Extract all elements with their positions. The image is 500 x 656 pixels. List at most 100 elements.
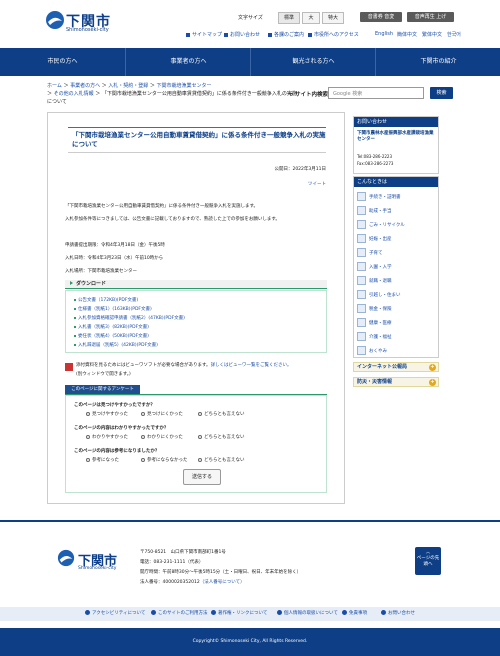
download-link[interactable]: 入札書（別紙3）(82KB)(PDF文書) (74, 324, 149, 330)
survey-option[interactable]: わかりやすかった (86, 434, 128, 440)
pdf-reader-icon[interactable] (65, 363, 73, 371)
arrow-icon (211, 610, 216, 615)
breadcrumb-other-bids[interactable]: その他の入札情報 (54, 91, 94, 97)
bid-date-text: 入札日時：令和4年3月23日（水）午前10時から (65, 256, 164, 261)
survey-option[interactable]: どちらとも言えない (198, 411, 245, 417)
life-event-link[interactable]: おくやみ (357, 345, 435, 358)
arrow-icon (277, 610, 282, 615)
survey-submit-button[interactable]: 送信する (183, 469, 221, 485)
corp-number-link[interactable]: （法人番号について） (200, 580, 245, 585)
life-event-link[interactable]: 妊娠・出産 (357, 233, 435, 246)
body-paragraph: 「下関市栽培漁業センター公用自動車賃貸借契約」に係る条件付き一般競争入札を実施し… (65, 204, 259, 209)
radio-icon (141, 434, 145, 439)
survey-option[interactable]: どちらとも言えない (198, 434, 245, 440)
mail-icon (224, 32, 228, 37)
breadcrumb-bidding[interactable]: 入札・契約・登録 (108, 83, 148, 89)
footer-link-usage[interactable]: このサイトのご利用方法 (151, 610, 208, 616)
download-link[interactable]: 委任状（別紙4）(50KB)(PDF文書) (74, 333, 149, 339)
survey-option[interactable]: 参考になった (86, 457, 119, 463)
lang-korean[interactable]: 한국어 (447, 31, 461, 38)
arrow-icon (151, 610, 156, 615)
download-link[interactable]: 仕様書（別紙1）(163KB)(PDF文書) (74, 306, 152, 312)
nav-businesses[interactable]: 事業者の方へ (125, 48, 251, 76)
download-link[interactable]: 公告文書（172KB)(PDF文書) (74, 297, 138, 303)
contact-fax: Fax:083-286-2273 (357, 161, 394, 166)
radio-icon (141, 457, 145, 462)
school-icon (357, 262, 366, 271)
breadcrumb-home[interactable]: ホーム (47, 83, 62, 89)
site-search-label: ⌕ サイト内検索 (290, 92, 329, 98)
util-link-departments[interactable]: 各課のご案内 (268, 31, 304, 38)
life-event-link[interactable]: 介護・福祉 (357, 331, 435, 344)
survey-option[interactable]: わかりにくかった (141, 434, 183, 440)
survey-option[interactable]: 参考にならなかった (141, 457, 188, 463)
footer-links: アクセシビリティについて このサイトのご利用方法 著作権・リンクについて 個人情… (0, 607, 500, 621)
tweet-link[interactable]: ツイート (308, 181, 326, 187)
plus-icon: + (429, 379, 436, 386)
disaster-info-link[interactable]: 防災・災害情報 + (353, 377, 439, 387)
survey-option[interactable]: 見つけやすかった (86, 411, 128, 417)
viewer-list-link[interactable]: 詳しくはビューワ一覧をご覧ください。 (211, 363, 292, 368)
site-search-button[interactable]: 検索 (430, 87, 453, 99)
lang-english[interactable]: English (375, 31, 393, 37)
breadcrumb-separator: ＞ (95, 91, 101, 97)
footer-tel: 電話：083-231-1111（代表） (140, 560, 204, 565)
life-event-link[interactable]: 健康・医療 (357, 317, 435, 330)
util-link-access[interactable]: 市役所へのアクセス (308, 31, 359, 38)
survey-option[interactable]: 見つけにくかった (141, 411, 183, 417)
life-event-link[interactable]: 子育て (357, 247, 435, 260)
viewer-note: 添付資料を見るためにはビューワソフトが必要な場合があります。詳しくはビューワ一覧… (76, 363, 292, 368)
contact-heading: お問い合わせ (354, 117, 438, 127)
main-content: 「下関市栽培漁業センター公用自動車賃貸借契約」に係る条件付き一般競争入札の実施に… (47, 112, 345, 504)
breadcrumb-business[interactable]: 事業者の方へ (70, 83, 100, 89)
footer-address: 〒750-8521 山口県下関市南部町1番1号 (140, 550, 226, 555)
breadcrumb-separator: ＞ (63, 83, 69, 89)
font-size-large-button[interactable]: 大 (302, 12, 320, 24)
life-event-link[interactable]: 手続き・証明書 (357, 191, 435, 204)
util-link-sitemap[interactable]: サイトマップ (186, 31, 222, 38)
lang-simplified-chinese[interactable]: 簡体中文 (397, 31, 417, 38)
bullet-icon (74, 316, 76, 319)
city-logo-icon[interactable] (45, 10, 65, 30)
life-event-link[interactable]: 引越し・住まい (357, 289, 435, 302)
nav-tourists[interactable]: 観光される方へ (250, 48, 376, 76)
footer-link-privacy[interactable]: 個人情報の取扱いについて (277, 610, 338, 616)
font-size-xlarge-button[interactable]: 特大 (322, 12, 344, 24)
triangle-icon (70, 281, 73, 285)
internet-broadcast-link[interactable]: インターネット公報局 + (353, 362, 439, 372)
survey-heading: このページに関するアンケート (65, 385, 327, 395)
life-event-link[interactable]: 就職・退職 (357, 275, 435, 288)
site-search-input[interactable]: Google 検索 (328, 87, 424, 99)
breadcrumb-center[interactable]: 下関市栽培漁業センター (157, 83, 212, 89)
life-events-heading: こんなときは (354, 177, 438, 187)
bullet-icon (74, 307, 76, 310)
footer-link-contact[interactable]: お問い合わせ (381, 610, 415, 616)
page-top-button[interactable]: ︿ ページの先頭へ (415, 547, 441, 575)
nav-about-city[interactable]: 下関市の紹介 (375, 48, 500, 76)
font-size-standard-button[interactable]: 標準 (278, 12, 300, 24)
footer-link-copyright[interactable]: 著作権・リンクについて (211, 610, 267, 616)
chevron-up-icon: ︿ (425, 550, 431, 555)
life-event-link[interactable]: ごみ・リサイクル (357, 219, 435, 232)
survey-option[interactable]: どちらとも言えない (198, 457, 245, 463)
work-icon (357, 276, 366, 285)
download-link[interactable]: 入札参加資格確認申請書（別紙2）(47KB)(PDF文書) (74, 315, 185, 321)
body-paragraph: 入札参加条件等につきましては、公告文書に記載しておりますので、熟読した上での参加… (65, 217, 280, 222)
arrow-icon (85, 610, 90, 615)
lang-traditional-chinese[interactable]: 繁体中文 (422, 31, 442, 38)
footer-link-accessibility[interactable]: アクセシビリティについて (85, 610, 145, 616)
bullet-icon (74, 298, 76, 301)
life-event-link[interactable]: 税金・保険 (357, 303, 435, 316)
life-event-link[interactable]: 助成・手当 (357, 205, 435, 218)
tax-icon (357, 304, 366, 313)
download-link[interactable]: 入札辞退届（別紙5）(42KB)(PDF文書) (74, 342, 158, 348)
life-event-link[interactable]: 入園・入学 (357, 261, 435, 274)
arrow-icon (342, 610, 347, 615)
footer-link-disclaimer[interactable]: 免責事項 (342, 610, 367, 616)
read-aloud-button[interactable]: 音書券 音変 (360, 12, 402, 22)
contact-tel: Tel:083-286-2223 (357, 154, 393, 159)
nav-citizens[interactable]: 市民の方へ (0, 48, 125, 76)
contact-department[interactable]: 下関市農林水産振興部水産課栽培漁業センター (357, 131, 435, 143)
voice-play-button[interactable]: 音声再生 上げ (407, 12, 454, 22)
util-link-contact[interactable]: お問い合わせ (224, 31, 260, 38)
